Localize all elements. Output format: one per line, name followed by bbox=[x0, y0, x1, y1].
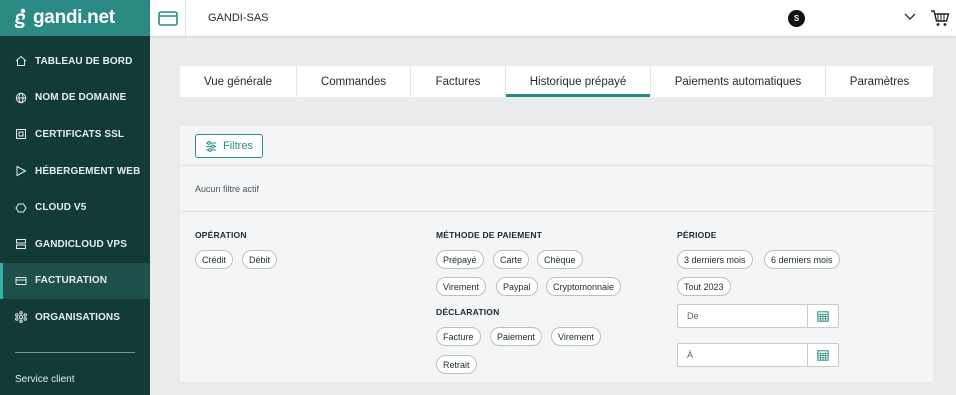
chip-crypto[interactable]: Cryptomonnaie bbox=[546, 277, 622, 296]
top-bar: GANDI-SAS S bbox=[150, 0, 956, 36]
sidebar-item-billing[interactable]: FACTURATION bbox=[0, 262, 150, 300]
sidebar-item-hosting[interactable]: HÉBERGEMENT WEB bbox=[0, 153, 150, 190]
date-to-input[interactable] bbox=[678, 344, 808, 366]
sidebar-divider bbox=[15, 352, 135, 353]
payment-method-title: MÉTHODE DE PAIEMENT bbox=[436, 230, 543, 240]
customer-service-link[interactable]: Service client bbox=[15, 374, 74, 385]
chip-debit[interactable]: Débit bbox=[242, 250, 278, 269]
sidebar-item-organisations[interactable]: ORGANISATIONS bbox=[0, 299, 150, 336]
sidebar-item-label: GANDICLOUD VPS bbox=[35, 238, 127, 250]
chip-cheque[interactable]: Chèque bbox=[537, 250, 583, 269]
sidebar-item-ssl[interactable]: CERTIFICATS SSL bbox=[0, 116, 150, 153]
sidebar-item-label: HÉBERGEMENT WEB bbox=[35, 165, 141, 177]
cart-icon[interactable] bbox=[930, 9, 950, 27]
billing-tabs: Vue générale Commandes Factures Historiq… bbox=[180, 66, 933, 97]
cloud-icon bbox=[15, 203, 27, 213]
divider bbox=[180, 211, 933, 212]
brand-logo[interactable]: gandi.net bbox=[0, 0, 150, 36]
web-hosting-icon bbox=[16, 165, 27, 177]
period-title: PÉRIODE bbox=[677, 230, 717, 240]
chip-paypal[interactable]: Paypal bbox=[496, 277, 538, 296]
billing-menu-button[interactable] bbox=[150, 0, 186, 36]
avatar[interactable]: S bbox=[788, 10, 805, 27]
chip-prepaid[interactable]: Prépayé bbox=[436, 250, 484, 269]
sidebar-nav: TABLEAU DE BORD NOM DE DOMAINE CERTIFICA… bbox=[0, 43, 150, 336]
credit-card-icon bbox=[157, 10, 178, 26]
filter-panel: Filtres Aucun filtre actif OPÉRATION Cré… bbox=[180, 126, 933, 382]
chip-all-2023[interactable]: Tout 2023 bbox=[677, 277, 731, 296]
chip-payment[interactable]: Paiement bbox=[490, 327, 543, 346]
sidebar-item-label: FACTURATION bbox=[35, 275, 108, 287]
declaration-title: DÉCLARATION bbox=[436, 307, 500, 317]
sidebar-item-label: ORGANISATIONS bbox=[35, 311, 121, 323]
chip-withdrawal[interactable]: Retrait bbox=[436, 355, 477, 374]
tab-invoices[interactable]: Factures bbox=[411, 66, 506, 97]
active-filters-status: Aucun filtre actif bbox=[195, 184, 260, 194]
calendar-icon[interactable] bbox=[807, 305, 838, 327]
filters-button[interactable]: Filtres bbox=[195, 134, 263, 158]
organisation-name[interactable]: GANDI-SAS bbox=[208, 12, 269, 24]
certificate-icon bbox=[16, 129, 26, 140]
sidebar-item-cloud[interactable]: CLOUD V5 bbox=[0, 189, 150, 226]
sliders-icon bbox=[206, 140, 217, 152]
sidebar-item-label: CLOUD V5 bbox=[35, 202, 87, 214]
sidebar-item-label: CERTIFICATS SSL bbox=[35, 128, 125, 140]
chip-credit[interactable]: Crédit bbox=[195, 250, 234, 269]
sidebar-item-domains[interactable]: NOM DE DOMAINE bbox=[0, 80, 150, 117]
chip-declaration-transfer[interactable]: Virement bbox=[551, 327, 601, 346]
tab-overview[interactable]: Vue générale bbox=[180, 66, 297, 97]
globe-icon bbox=[15, 92, 27, 104]
chip-last-6-months[interactable]: 6 derniers mois bbox=[764, 250, 840, 269]
brand-name: gandi.net bbox=[33, 7, 115, 28]
filters-button-label: Filtres bbox=[223, 140, 253, 152]
chip-invoice[interactable]: Facture bbox=[436, 327, 481, 346]
chevron-down-icon[interactable] bbox=[904, 12, 916, 21]
server-icon bbox=[16, 239, 26, 250]
date-to-field bbox=[677, 343, 839, 367]
sidebar-item-label: TABLEAU DE BORD bbox=[35, 55, 133, 67]
tab-settings[interactable]: Paramètres bbox=[826, 66, 933, 97]
organisation-icon bbox=[15, 311, 27, 324]
sidebar-item-dashboard[interactable]: TABLEAU DE BORD bbox=[0, 43, 150, 80]
operation-title: OPÉRATION bbox=[195, 230, 247, 240]
sidebar-item-vps[interactable]: GANDICLOUD VPS bbox=[0, 226, 150, 263]
date-from-input[interactable] bbox=[678, 305, 808, 327]
home-icon bbox=[15, 56, 27, 67]
chip-card[interactable]: Carte bbox=[493, 250, 530, 269]
tab-prepaid-history[interactable]: Historique prépayé bbox=[506, 66, 651, 97]
sidebar: gandi.net TABLEAU DE BORD NOM DE DOMAINE… bbox=[0, 0, 150, 395]
divider bbox=[180, 165, 933, 166]
billing-card-icon bbox=[15, 276, 27, 285]
tab-orders[interactable]: Commandes bbox=[297, 66, 411, 97]
tab-automatic-payments[interactable]: Paiements automatiques bbox=[651, 66, 826, 97]
gandi-logo-icon bbox=[14, 8, 26, 28]
calendar-icon[interactable] bbox=[807, 344, 838, 366]
date-from-field bbox=[677, 304, 839, 328]
sidebar-item-label: NOM DE DOMAINE bbox=[35, 92, 127, 104]
chip-transfer[interactable]: Virement bbox=[436, 277, 486, 296]
chip-last-3-months[interactable]: 3 derniers mois bbox=[677, 250, 753, 269]
